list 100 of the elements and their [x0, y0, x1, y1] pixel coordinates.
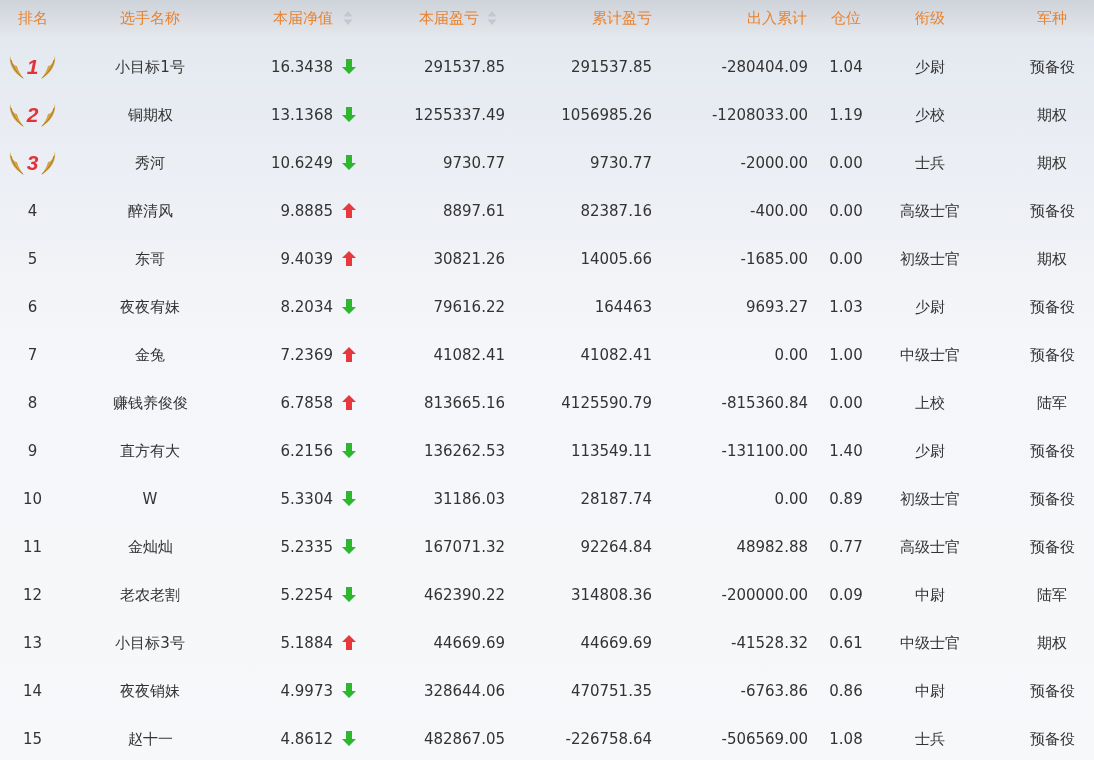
branch-label: 期权 [1037, 633, 1067, 653]
military-rank: 士兵 [914, 153, 945, 173]
column-header: 选手名称 [119, 7, 181, 29]
net-value: 9.8885 [280, 202, 333, 220]
rank-number: 7 [27, 346, 38, 364]
position-ratio: 1.40 [829, 442, 863, 460]
column-header: 仓位 [830, 7, 862, 29]
player-name: 醉清风 [127, 201, 173, 221]
net-value: 10.6249 [270, 154, 333, 172]
branch-label: 预备役 [1029, 57, 1075, 77]
branch-label: 预备役 [1029, 681, 1075, 701]
player-name: 金灿灿 [127, 537, 173, 557]
period-profit: 813665.16 [423, 394, 505, 412]
cumulative-flow: -2000.00 [740, 154, 808, 172]
net-value: 9.4039 [280, 250, 333, 268]
cumulative-profit: 470751.35 [570, 682, 652, 700]
rank-number: 8 [27, 394, 38, 412]
cumulative-profit: 113549.11 [570, 442, 652, 460]
cumulative-flow: -6763.86 [740, 682, 808, 700]
rank-number: 13 [22, 634, 43, 652]
position-ratio: 0.86 [829, 682, 863, 700]
period-profit: 30821.26 [433, 250, 505, 268]
column-header: 衔级 [913, 7, 946, 29]
branch-label: 预备役 [1029, 441, 1075, 461]
cumulative-profit: 1056985.26 [561, 106, 652, 124]
net-value: 13.1368 [270, 106, 333, 124]
position-ratio: 1.08 [829, 730, 863, 748]
player-name: 夜夜宥妹 [120, 297, 180, 317]
cumulative-profit: 92264.84 [580, 538, 652, 556]
period-profit: 328644.06 [423, 682, 505, 700]
position-ratio: 0.00 [829, 202, 863, 220]
column-header: 累计盈亏 [591, 7, 652, 29]
rank-number: 11 [22, 538, 43, 556]
branch-label: 陆军 [1037, 393, 1067, 413]
period-profit: 44669.69 [433, 634, 505, 652]
net-value: 5.1884 [280, 634, 333, 652]
net-value: 16.3438 [270, 58, 333, 76]
sort-icon[interactable] [343, 10, 353, 26]
military-rank: 初级士官 [899, 489, 960, 509]
military-rank: 少尉 [914, 441, 945, 461]
net-value: 4.9973 [280, 682, 333, 700]
period-profit: 8897.61 [442, 202, 505, 220]
position-ratio: 0.00 [829, 394, 863, 412]
player-name: 赵十一 [127, 729, 173, 749]
cumulative-flow: -280404.09 [721, 58, 808, 76]
cumulative-flow: 0.00 [774, 490, 808, 508]
position-ratio: 1.03 [829, 298, 863, 316]
branch-label: 期权 [1037, 153, 1067, 173]
rank-number: 15 [22, 730, 43, 748]
net-value: 5.2254 [280, 586, 333, 604]
cumulative-profit: 44669.69 [580, 634, 652, 652]
position-ratio: 0.77 [829, 538, 863, 556]
player-name: 东哥 [135, 249, 165, 269]
period-profit: 136262.53 [423, 442, 505, 460]
period-profit: 31186.03 [433, 490, 505, 508]
column-header: 排名 [16, 7, 49, 29]
position-ratio: 0.00 [829, 154, 863, 172]
column-header: 军种 [1036, 7, 1068, 29]
rank-number: 3 [26, 151, 39, 175]
cumulative-flow: -506569.00 [721, 730, 808, 748]
rank-number: 14 [22, 682, 43, 700]
period-profit: 482867.05 [423, 730, 505, 748]
period-profit: 41082.41 [433, 346, 505, 364]
cumulative-profit: 9730.77 [589, 154, 652, 172]
cumulative-flow: -131100.00 [721, 442, 808, 460]
cumulative-profit: 41082.41 [580, 346, 652, 364]
cumulative-profit: 28187.74 [580, 490, 652, 508]
cumulative-profit: 314808.36 [570, 586, 652, 604]
military-rank: 中尉 [914, 681, 945, 701]
cumulative-flow: 0.00 [774, 346, 808, 364]
rank-number: 1 [26, 55, 39, 79]
column-header[interactable]: 本届盈亏 [360, 0, 505, 36]
cumulative-flow: -815360.84 [721, 394, 808, 412]
player-name: 老农老割 [120, 585, 180, 605]
rank-number: 6 [27, 298, 38, 316]
player-name: W [142, 490, 158, 508]
military-rank: 中级士官 [899, 633, 960, 653]
military-rank: 高级士官 [899, 537, 960, 557]
column-header: 出入累计 [746, 7, 808, 29]
position-ratio: 0.09 [829, 586, 863, 604]
branch-label: 预备役 [1029, 297, 1075, 317]
sort-icon[interactable] [487, 10, 497, 26]
position-ratio: 1.00 [829, 346, 863, 364]
cumulative-profit: -226758.64 [565, 730, 652, 748]
military-rank: 少尉 [914, 297, 945, 317]
cumulative-flow: -1685.00 [740, 250, 808, 268]
rank-number: 9 [27, 442, 38, 460]
branch-label: 预备役 [1029, 201, 1075, 221]
net-value: 6.7858 [280, 394, 333, 412]
period-profit: 167071.32 [423, 538, 505, 556]
column-header[interactable]: 本届净值 [235, 0, 360, 36]
branch-label: 预备役 [1029, 537, 1075, 557]
player-name: 小目标1号 [115, 57, 185, 77]
military-rank: 高级士官 [899, 201, 960, 221]
cumulative-flow: -41528.32 [731, 634, 808, 652]
period-profit: 79616.22 [433, 298, 505, 316]
net-value: 5.3304 [280, 490, 333, 508]
cumulative-profit: 4125590.79 [561, 394, 652, 412]
player-name: 金兔 [135, 345, 165, 365]
cumulative-flow: -400.00 [750, 202, 808, 220]
